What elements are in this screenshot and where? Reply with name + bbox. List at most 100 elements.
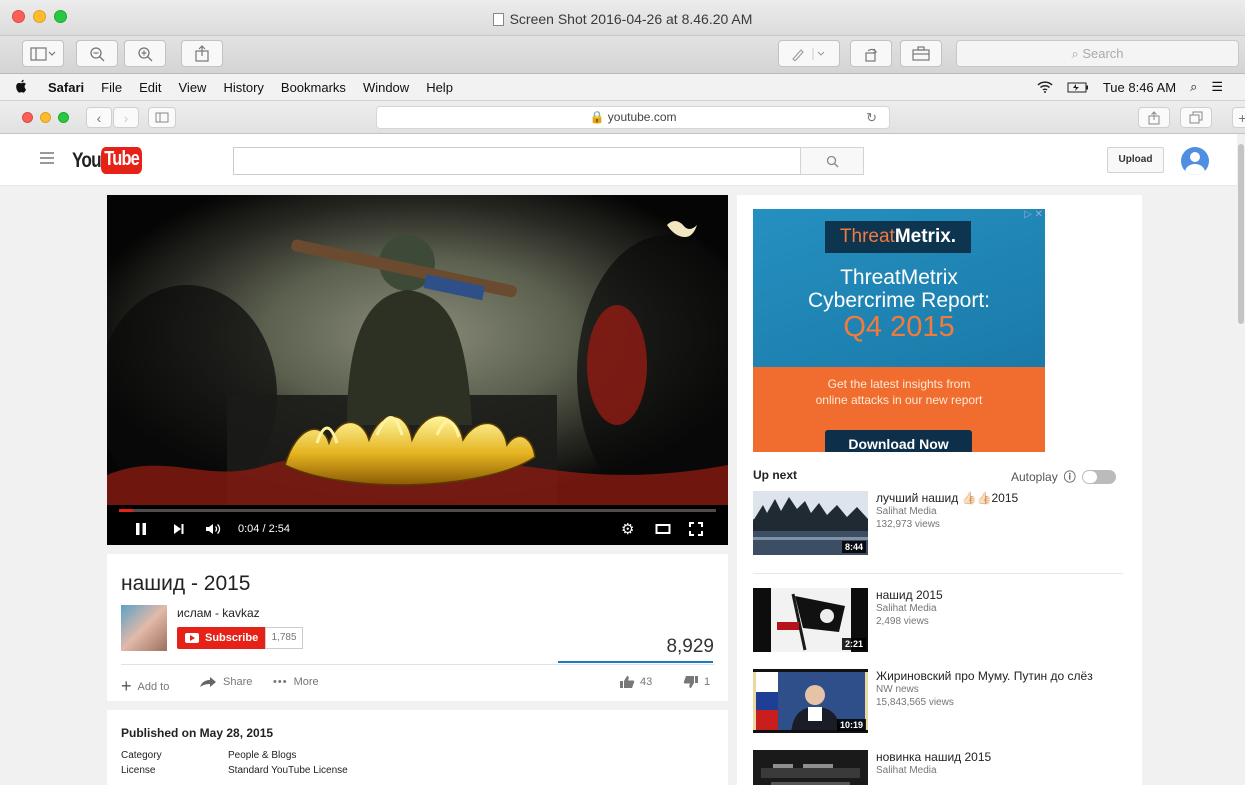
video-thumbnail[interactable]: 2:21	[753, 588, 868, 652]
channel-avatar[interactable]	[121, 605, 167, 651]
video-thumbnail[interactable]: 10:19	[753, 669, 868, 733]
recommended-video-4[interactable]: новинка нашид 2015 Salihat Media	[753, 750, 1133, 785]
youtube-search-button[interactable]	[800, 147, 864, 175]
video-description: Published on May 28, 2015 Category Peopl…	[107, 710, 728, 785]
guide-menu-icon[interactable]	[40, 152, 54, 167]
chevron-right-icon: ›	[123, 109, 129, 126]
safari-window-controls	[22, 112, 69, 123]
recommended-video-1[interactable]: 8:44 лучший нашид 👍🏻👍🏻2015 Salihat Media…	[753, 491, 1133, 561]
progress-fill	[119, 509, 133, 512]
ad-headline-2: Cybercrime Report:	[807, 289, 991, 312]
rec-title[interactable]: лучший нашид 👍🏻👍🏻2015	[876, 491, 1018, 505]
toolbox-button[interactable]	[900, 40, 942, 67]
share-video-button[interactable]: Share	[199, 676, 252, 688]
wifi-icon[interactable]	[1037, 81, 1053, 93]
toolbox-icon	[912, 46, 930, 61]
youtube-search-input[interactable]	[233, 147, 801, 175]
safari-share-button[interactable]	[1138, 107, 1170, 128]
more-button[interactable]: ••• More	[273, 676, 319, 688]
menu-bookmarks[interactable]: Bookmarks	[281, 80, 346, 95]
video-player[interactable]: 0:04 / 2:54 ⚙	[107, 195, 728, 545]
reload-icon[interactable]: ↻	[866, 107, 877, 128]
ad-headline-3: Q4 2015	[843, 311, 955, 343]
watch-sidebar: ThreatMetrix. ▷ ✕ ThreatMetrix Cybercrim…	[737, 195, 1142, 785]
menu-edit[interactable]: Edit	[139, 80, 161, 95]
volume-icon[interactable]	[205, 522, 221, 536]
rotate-button[interactable]	[850, 40, 892, 67]
sidebar-icon	[30, 46, 56, 61]
info-icon[interactable]: ⓘ	[1064, 468, 1076, 485]
share-icon	[1148, 110, 1160, 124]
video-thumbnail[interactable]: 8:44	[753, 491, 868, 555]
ad-top-panel: ThreatMetrix. ▷ ✕ ThreatMetrix Cybercrim…	[753, 209, 1045, 367]
upload-button[interactable]: Upload	[1107, 147, 1164, 173]
preview-toolbar: ⌕ Search	[0, 36, 1245, 74]
menu-history[interactable]: History	[223, 80, 263, 95]
next-icon[interactable]	[173, 522, 185, 536]
battery-icon[interactable]	[1067, 82, 1089, 93]
recommended-video-2[interactable]: 2:21 нашид 2015 Salihat Media 2,498 view…	[753, 588, 1133, 658]
sidebar-toggle-button[interactable]	[22, 40, 64, 67]
ad-close-icon[interactable]: ▷ ✕	[1024, 209, 1043, 220]
like-button[interactable]: 43	[619, 675, 652, 689]
menu-help[interactable]: Help	[426, 80, 453, 95]
back-button[interactable]: ‹	[86, 107, 112, 128]
info-divider	[121, 664, 714, 665]
publish-date: Published on May 28, 2015	[121, 726, 274, 740]
autoplay-control: Autoplay ⓘ	[1011, 468, 1116, 485]
preview-search-field[interactable]: ⌕ Search	[956, 40, 1239, 67]
menu-file[interactable]: File	[101, 80, 122, 95]
rec-title[interactable]: нашид 2015	[876, 588, 943, 602]
rec-title[interactable]: Жириновский про Муму. Путин до слёз	[876, 669, 1093, 683]
category-value[interactable]: People & Blogs	[228, 750, 296, 761]
more-dots-icon: •••	[273, 676, 288, 688]
progress-bar[interactable]	[119, 509, 716, 512]
new-tab-button[interactable]: +	[1232, 107, 1245, 128]
tabs-overview-button[interactable]	[1180, 107, 1212, 128]
safari-zoom-button[interactable]	[58, 112, 69, 123]
rec-views: 2,498 views	[876, 616, 929, 627]
zoom-out-button[interactable]	[76, 40, 118, 67]
forward-button[interactable]: ›	[113, 107, 139, 128]
address-bar[interactable]: 🔒 youtube.com ↻	[376, 106, 890, 129]
sidebar-icon	[155, 112, 169, 123]
thumbs-up-icon	[620, 676, 635, 688]
video-info-panel: нашид - 2015 ислам - kavkaz Subscribe 1,…	[107, 554, 728, 701]
ad-headline-1: ThreatMetrix	[840, 266, 958, 289]
apple-icon[interactable]	[15, 79, 27, 93]
threatmetrix-ad[interactable]: ThreatMetrix. ▷ ✕ ThreatMetrix Cybercrim…	[753, 209, 1045, 452]
subscribe-button[interactable]: Subscribe	[177, 627, 265, 649]
markup-button[interactable]	[778, 40, 840, 67]
scrollbar-thumb[interactable]	[1238, 144, 1244, 324]
theater-mode-icon[interactable]	[655, 522, 671, 536]
share-button[interactable]	[181, 40, 223, 67]
settings-gear-icon[interactable]: ⚙	[621, 520, 634, 538]
sidebar-button[interactable]	[148, 107, 176, 128]
spotlight-icon[interactable]: ⌕	[1190, 79, 1197, 95]
thumbnail-image	[753, 750, 868, 785]
menu-clock[interactable]: Tue 8:46 AM	[1103, 80, 1176, 95]
menu-view[interactable]: View	[179, 80, 207, 95]
safari-minimize-button[interactable]	[40, 112, 51, 123]
share-icon	[195, 45, 209, 62]
menu-safari[interactable]: Safari	[48, 80, 84, 95]
menu-window[interactable]: Window	[363, 80, 409, 95]
account-avatar[interactable]	[1181, 147, 1209, 175]
page-scrollbar[interactable]	[1237, 134, 1245, 785]
zoom-in-button[interactable]	[124, 40, 166, 67]
youtube-logo[interactable]: You Tube	[72, 147, 151, 174]
rec-title[interactable]: новинка нашид 2015	[876, 750, 991, 764]
ad-download-button[interactable]: Download Now	[825, 430, 972, 452]
autoplay-toggle[interactable]	[1081, 469, 1116, 484]
safari-close-button[interactable]	[22, 112, 33, 123]
channel-name[interactable]: ислам - kavkaz	[177, 606, 260, 620]
license-value: Standard YouTube License	[228, 765, 348, 776]
fullscreen-icon[interactable]	[689, 522, 703, 536]
dislike-button[interactable]: 1	[683, 675, 710, 689]
lock-icon: 🔒	[589, 110, 605, 124]
notification-center-icon[interactable]: ☰	[1211, 79, 1223, 95]
add-to-button[interactable]: + Add to	[121, 676, 169, 697]
pause-icon[interactable]	[135, 522, 147, 536]
video-thumbnail[interactable]	[753, 750, 868, 785]
recommended-video-3[interactable]: 10:19 Жириновский про Муму. Путин до слё…	[753, 669, 1133, 739]
